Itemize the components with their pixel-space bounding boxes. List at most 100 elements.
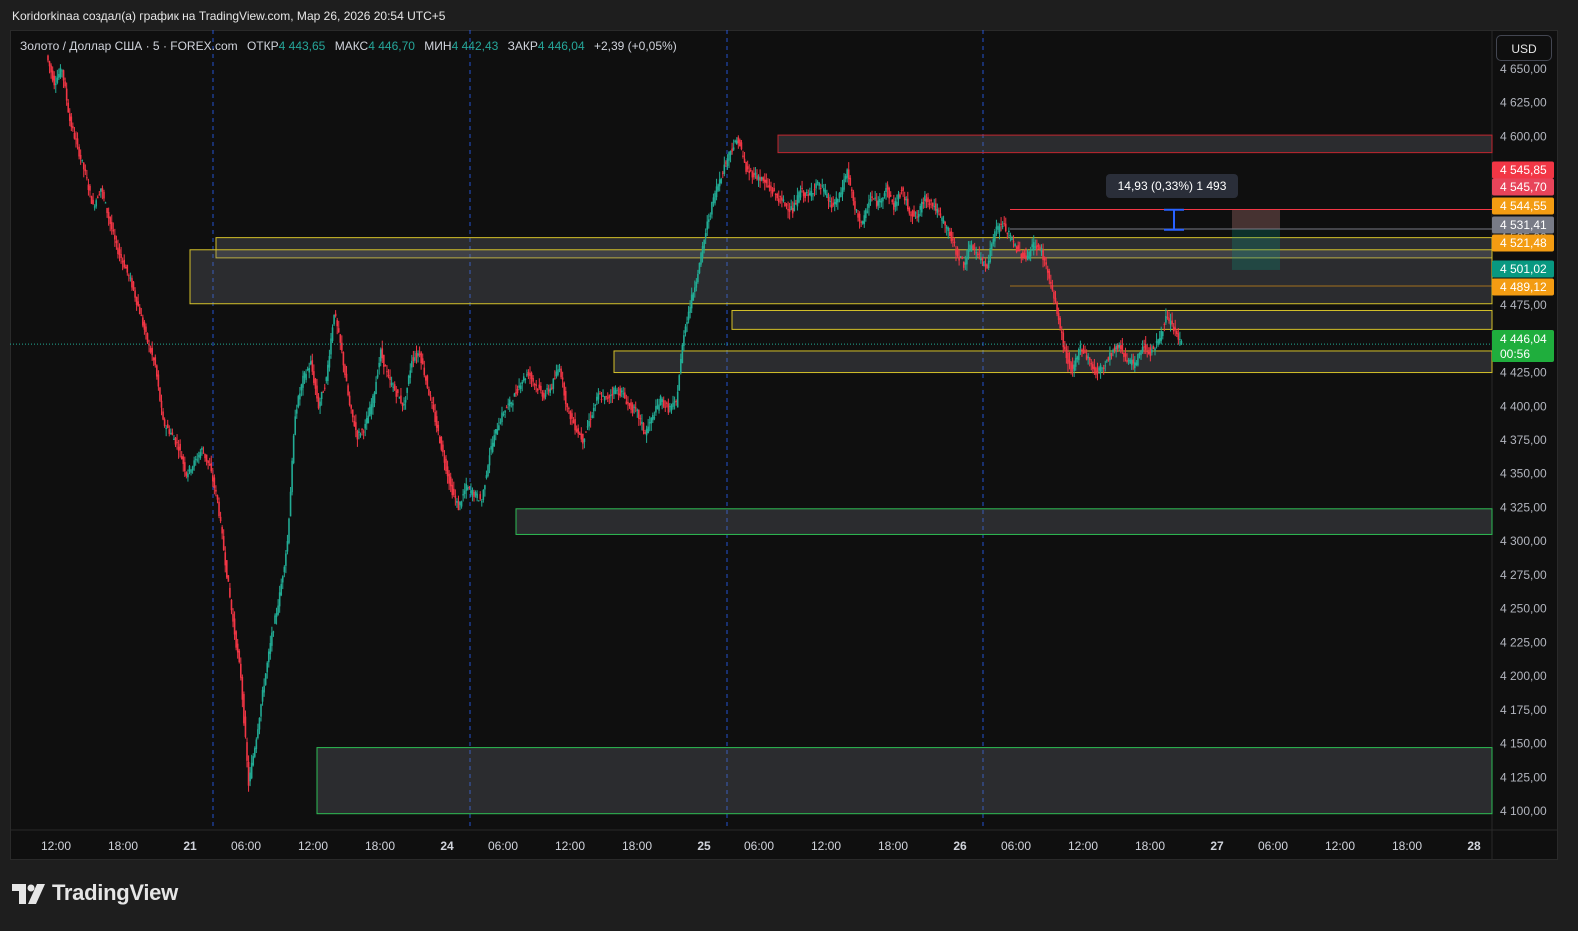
candle-body	[81, 159, 84, 161]
candle-body	[919, 206, 922, 210]
candle-body	[925, 198, 928, 202]
zone-4465[interactable]	[731, 309, 1493, 330]
candle-body	[1135, 362, 1138, 366]
candle-body	[678, 375, 681, 391]
candle-body	[1067, 352, 1069, 364]
candle-body	[911, 211, 914, 217]
currency-button[interactable]: USD	[1496, 35, 1552, 61]
candle-body	[666, 402, 668, 404]
candle-body	[891, 199, 894, 203]
candle-body	[1171, 320, 1173, 325]
candle-body	[819, 188, 822, 190]
candle-body	[446, 466, 449, 477]
candle-body	[636, 409, 639, 411]
candle-body	[1157, 339, 1159, 345]
supply-zone-top[interactable]	[777, 134, 1493, 154]
x-tick-label: 18:00	[1392, 839, 1422, 853]
candle-body	[115, 240, 118, 244]
candle-body	[805, 192, 808, 194]
candle-body	[484, 485, 486, 490]
candle-body	[883, 193, 886, 197]
candle-body	[334, 313, 337, 317]
candle-body	[1132, 359, 1135, 364]
candle-body	[751, 171, 754, 178]
candle-body	[173, 438, 175, 440]
candle-body	[498, 425, 500, 431]
x-tick-label: 12:00	[555, 839, 585, 853]
candle-body	[473, 491, 475, 497]
candle-body	[1050, 281, 1052, 284]
candle-body	[675, 400, 677, 402]
candle-body	[824, 189, 827, 194]
candle-body	[644, 431, 646, 434]
candle-body	[732, 147, 735, 150]
zone-4480[interactable]	[189, 249, 1493, 305]
demand-zone-4125[interactable]	[316, 747, 1493, 815]
candle-body	[561, 377, 564, 380]
symbol-name[interactable]: Золото / Доллар США · 5 · FOREX.com	[20, 39, 238, 53]
candle-body	[502, 414, 505, 416]
zone-4435[interactable]	[613, 350, 1493, 374]
position-tool-stop[interactable]	[1232, 209, 1280, 229]
candle-body	[328, 355, 331, 368]
price-chart[interactable]: 4 650,004 625,004 600,004 575,004 550,00…	[10, 30, 1558, 860]
candle-body	[453, 488, 455, 495]
candle-body	[286, 541, 289, 552]
candle-body	[715, 186, 718, 198]
candle-body	[916, 216, 918, 218]
candle-body	[50, 65, 52, 73]
candle-body	[339, 334, 342, 343]
candle-body	[1040, 248, 1043, 253]
candle-body	[1152, 346, 1155, 350]
candle-body	[341, 342, 343, 351]
candle-body	[889, 194, 892, 197]
candle-body	[928, 203, 931, 205]
measure-bracket[interactable]	[1164, 208, 1184, 231]
candle-body	[131, 278, 133, 288]
candle-body	[596, 396, 598, 401]
candle-body	[355, 422, 357, 431]
candle-body	[216, 495, 219, 500]
candle-body	[533, 383, 536, 385]
candle-body	[316, 385, 318, 399]
candle-body	[976, 254, 979, 256]
candle-body	[426, 375, 429, 388]
candle-body	[723, 164, 726, 174]
candle-body	[550, 387, 553, 389]
demand-zone-4315[interactable]	[515, 508, 1493, 535]
candle-body	[986, 264, 988, 269]
candle-body	[277, 605, 279, 615]
candle-body	[202, 452, 205, 454]
candle-body	[1169, 320, 1172, 325]
candle-body	[121, 261, 124, 263]
candle-body	[782, 199, 785, 202]
candle-body	[264, 673, 267, 685]
candle-body	[718, 179, 721, 187]
candle-body	[330, 338, 332, 355]
candle-body	[117, 247, 119, 255]
candle-body	[588, 421, 590, 427]
candle-body	[1015, 246, 1018, 252]
candle-body	[572, 420, 575, 424]
candle-body	[1104, 365, 1107, 367]
candle-body	[610, 395, 612, 397]
candle-body	[271, 632, 273, 646]
candle-body	[641, 421, 643, 424]
candle-body	[942, 220, 945, 224]
candle-body	[443, 456, 446, 463]
change-value: +2,39 (+0,05%)	[593, 39, 677, 53]
candle-body	[1008, 230, 1010, 233]
candle-body	[956, 248, 959, 256]
x-tick-label: 12:00	[298, 839, 328, 853]
candle-body	[1102, 367, 1105, 370]
candle-body	[159, 387, 161, 401]
candle-body	[160, 400, 163, 408]
x-tick-label: 18:00	[878, 839, 908, 853]
candle-body	[958, 256, 960, 261]
candle-body	[1032, 242, 1035, 250]
candle-body	[386, 371, 388, 373]
candle-body	[564, 391, 567, 405]
candle-body	[258, 717, 261, 730]
candle-body	[229, 587, 231, 598]
candle-body	[1039, 246, 1041, 250]
